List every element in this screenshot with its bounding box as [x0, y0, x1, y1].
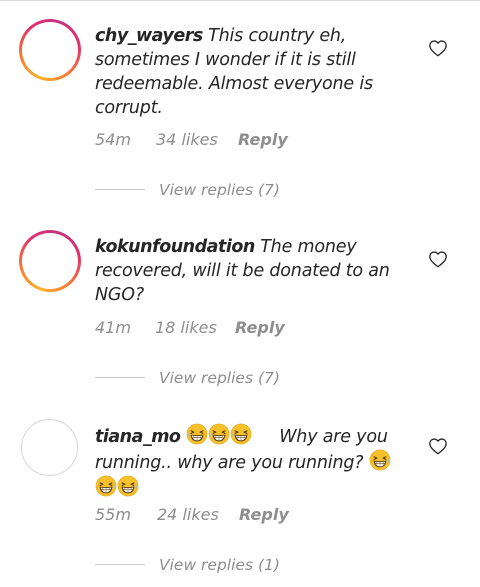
replies-divider [95, 189, 145, 190]
comment-body: Why are you [279, 427, 388, 447]
grinning-squinting-face-emoji [230, 423, 252, 445]
like-count[interactable]: 34 likes [156, 130, 218, 149]
avatar[interactable] [19, 19, 81, 81]
avatar[interactable] [21, 419, 78, 476]
comment-text: tiana_mo Why are you running.. why are y… [95, 423, 395, 501]
replies-divider [95, 377, 145, 378]
replies-divider [95, 564, 145, 565]
view-replies-button[interactable]: View replies (7) [159, 181, 280, 199]
comment-username[interactable]: chy_wayers [95, 26, 203, 46]
comment-body: running.. why are you running? [95, 453, 364, 473]
reply-button[interactable]: Reply [238, 130, 288, 149]
heart-outline-icon[interactable] [428, 437, 448, 455]
comment-time: 55m [95, 505, 131, 524]
like-count[interactable]: 18 likes [155, 318, 217, 337]
view-replies-button[interactable]: View replies (1) [159, 556, 280, 574]
avatar[interactable] [19, 230, 81, 292]
comment-body: redeemable. Almost everyone is [95, 74, 373, 94]
comment-time: 54m [95, 130, 131, 149]
grinning-squinting-face-emoji [369, 449, 391, 471]
grinning-squinting-face-emoji [95, 475, 117, 497]
heart-outline-icon[interactable] [428, 39, 448, 57]
comment-body: recovered, will it be donated to an [95, 261, 390, 281]
reply-button[interactable]: Reply [235, 318, 285, 337]
like-count[interactable]: 24 likes [157, 505, 219, 524]
comment-text: chy_wayers This country eh, sometimes I … [95, 24, 395, 120]
comment-time: 41m [95, 318, 131, 337]
comment-body: This country eh, [202, 26, 347, 46]
heart-outline-icon[interactable] [428, 250, 448, 268]
grinning-squinting-face-emoji [117, 475, 139, 497]
comment-body: corrupt. [95, 98, 163, 118]
grinning-squinting-face-emoji [208, 423, 230, 445]
top-divider [0, 0, 480, 1]
comment-username[interactable]: tiana_mo [95, 427, 181, 447]
comment-body: NGO? [95, 285, 144, 305]
comment-username[interactable]: kokunfoundation [95, 237, 255, 257]
comment-body: sometimes I wonder if it is still [95, 50, 356, 70]
grinning-squinting-face-emoji [186, 423, 208, 445]
comment-body: The money [254, 237, 357, 257]
view-replies-button[interactable]: View replies (7) [159, 369, 280, 387]
reply-button[interactable]: Reply [239, 505, 289, 524]
comment-text: kokunfoundation The money recovered, wil… [95, 235, 395, 307]
